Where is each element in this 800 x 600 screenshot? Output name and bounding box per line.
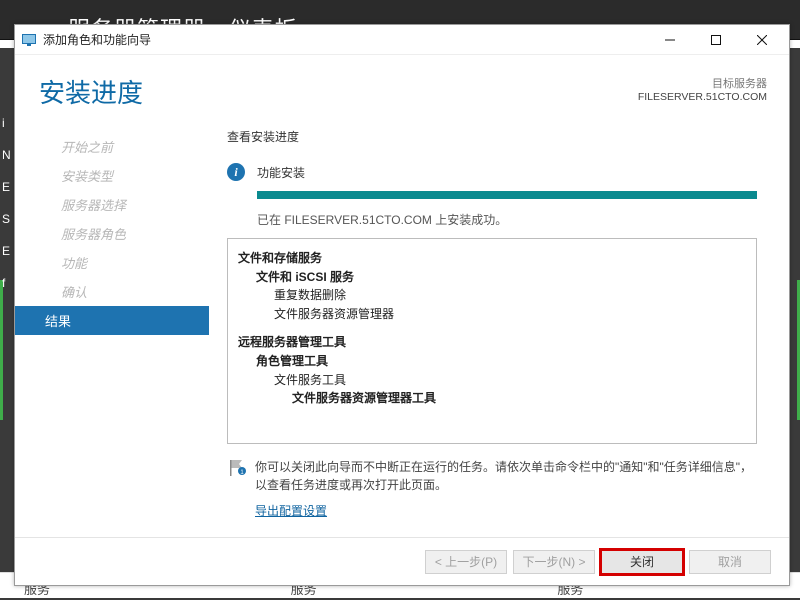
next-button: 下一步(N) > <box>513 550 595 574</box>
feature-item: 文件服务器资源管理器工具 <box>238 389 746 408</box>
sidebar-item-results: 结果 <box>15 306 209 335</box>
bg-letter: S <box>2 212 10 226</box>
bg-letter: i <box>2 116 5 130</box>
minimize-button[interactable] <box>647 26 693 54</box>
feature-item: 角色管理工具 <box>238 352 746 371</box>
feature-item: 文件服务器资源管理器 <box>238 305 746 324</box>
info-icon: i <box>227 163 245 181</box>
window-title: 添加角色和功能向导 <box>43 31 647 48</box>
wizard-window: 添加角色和功能向导 安装进度 目标服务器 FILESERVER.51CTO.CO… <box>14 24 790 586</box>
success-message: 已在 FILESERVER.51CTO.COM 上安装成功。 <box>257 211 767 228</box>
page-title: 安装进度 <box>25 73 638 110</box>
wizard-footer: < 上一步(P) 下一步(N) > 关闭 取消 <box>15 537 789 585</box>
export-config-link[interactable]: 导出配置设置 <box>255 502 767 519</box>
sidebar-item-server-select: 服务器选择 <box>15 190 209 219</box>
green-stripe <box>0 280 3 420</box>
destination-box: 目标服务器 FILESERVER.51CTO.COM <box>638 73 767 103</box>
close-button[interactable] <box>739 26 785 54</box>
content-pane: 查看安装进度 i 功能安装 已在 FILESERVER.51CTO.COM 上安… <box>209 128 789 537</box>
status-text: 功能安装 <box>257 164 305 181</box>
titlebar[interactable]: 添加角色和功能向导 <box>15 25 789 55</box>
destination-server: FILESERVER.51CTO.COM <box>638 91 767 103</box>
feature-item: 重复数据删除 <box>238 286 746 305</box>
destination-label: 目标服务器 <box>638 75 767 91</box>
feature-item: 文件服务工具 <box>238 371 746 390</box>
sidebar-item-confirm: 确认 <box>15 277 209 306</box>
flag-icon: 1 <box>227 458 247 478</box>
feature-tree[interactable]: 文件和存储服务文件和 iSCSI 服务重复数据删除文件服务器资源管理器远程服务器… <box>227 238 757 444</box>
sidebar-item-install-type: 安装类型 <box>15 161 209 190</box>
progress-bar <box>257 191 757 199</box>
content-subhead: 查看安装进度 <box>227 128 767 145</box>
header-row: 安装进度 目标服务器 FILESERVER.51CTO.COM <box>15 55 789 110</box>
maximize-button[interactable] <box>693 26 739 54</box>
bg-letter: f <box>2 276 5 290</box>
server-manager-icon <box>21 32 37 48</box>
bg-letter: N <box>2 148 11 162</box>
feature-item: 远程服务器管理工具 <box>238 333 746 352</box>
feature-item: 文件和存储服务 <box>238 249 746 268</box>
note-text: 你可以关闭此向导而不中断正在运行的任务。请依次单击命令栏中的"通知"和"任务详细… <box>255 458 757 494</box>
feature-item: 文件和 iSCSI 服务 <box>238 268 746 287</box>
back-button: < 上一步(P) <box>425 550 507 574</box>
sidebar-item-server-roles: 服务器角色 <box>15 219 209 248</box>
sidebar-item-features: 功能 <box>15 248 209 277</box>
cancel-button: 取消 <box>689 550 771 574</box>
close-wizard-button[interactable]: 关闭 <box>601 550 683 574</box>
sidebar-item-before: 开始之前 <box>15 132 209 161</box>
bg-letter: E <box>2 180 10 194</box>
wizard-sidebar: 开始之前 安装类型 服务器选择 服务器角色 功能 确认 结果 <box>15 128 209 537</box>
bg-letter: E <box>2 244 10 258</box>
